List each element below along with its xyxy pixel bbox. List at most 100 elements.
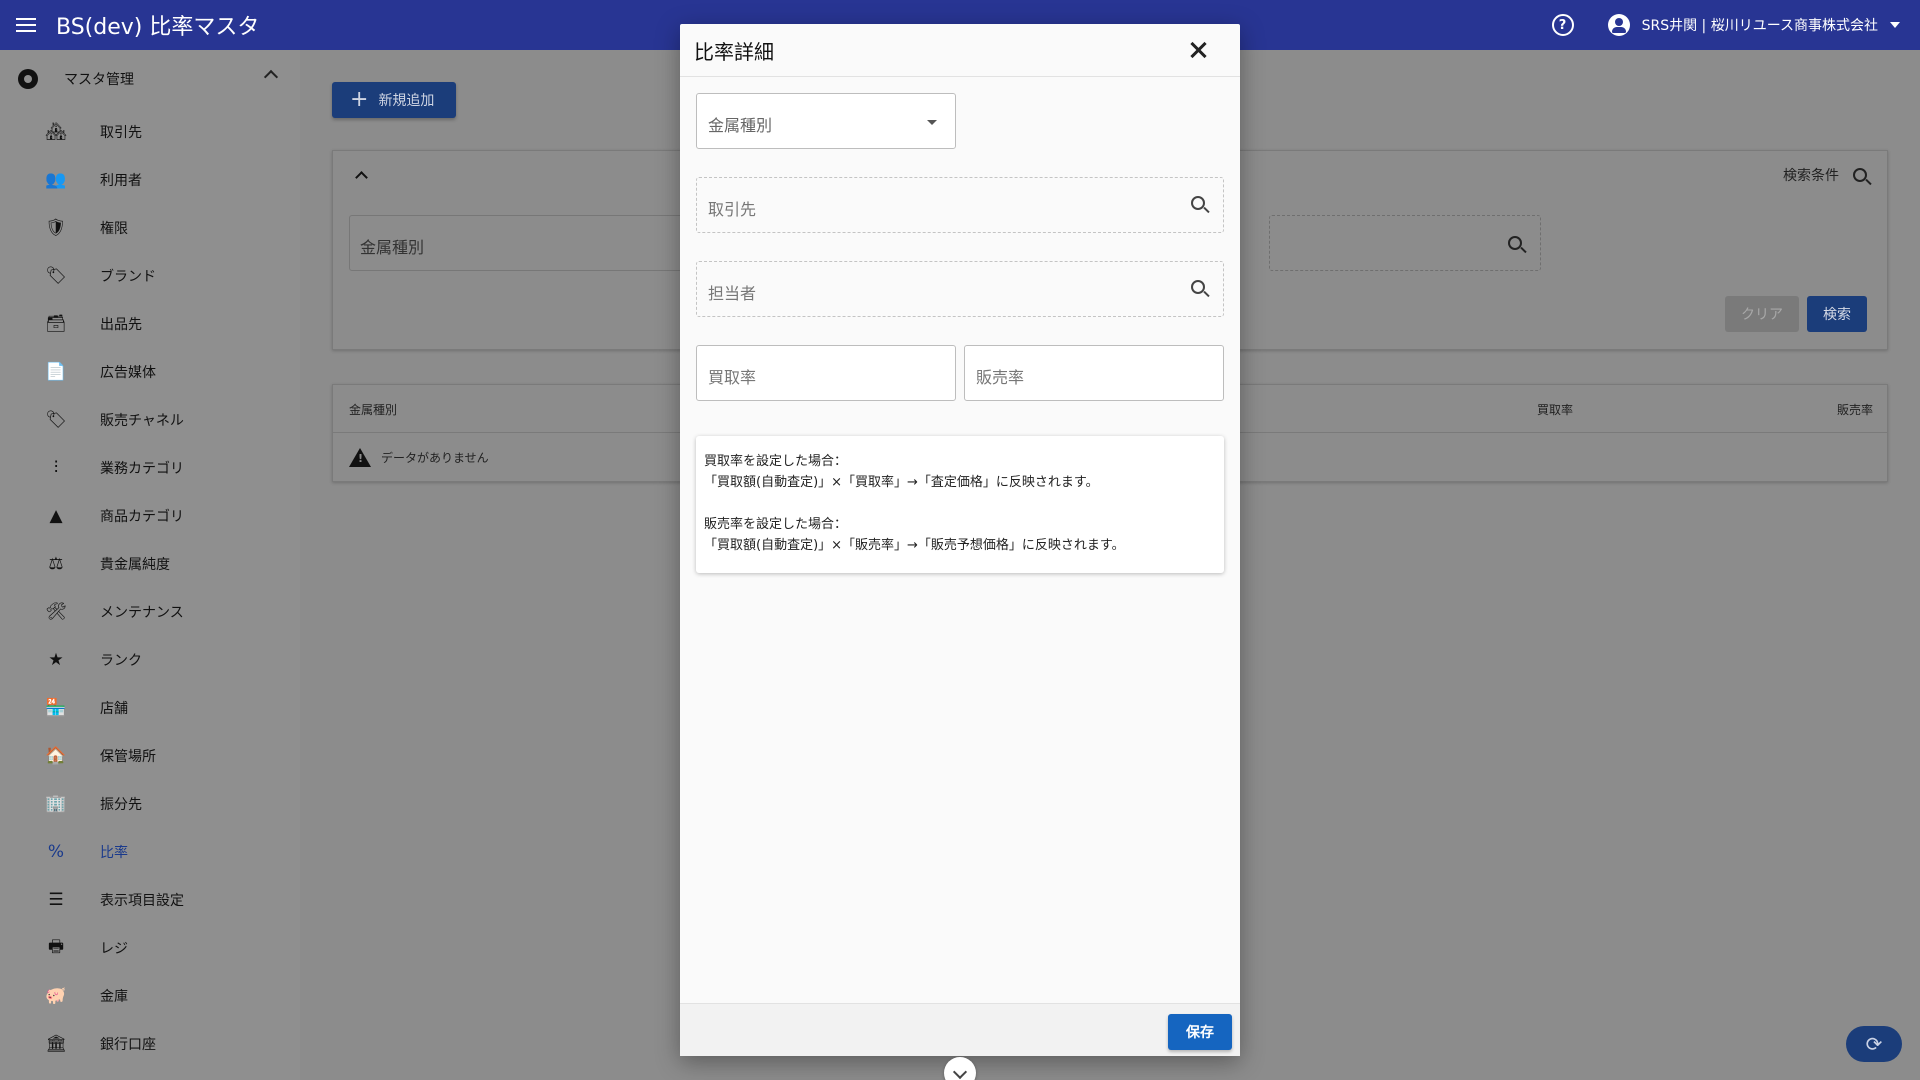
lookup-filter[interactable]: [1269, 215, 1541, 271]
sidebar-item-label: 金庫: [100, 989, 128, 1005]
column-header-sell-rate[interactable]: 販売率: [1837, 401, 1873, 418]
sidebar-item-customer[interactable]: 🏘 取引先: [0, 108, 300, 156]
people-icon: 👥: [45, 170, 67, 190]
buy-rate-heading: 買取率を設定した場合：: [704, 454, 848, 469]
shapes-icon: ▲: [49, 506, 63, 526]
search-conditions-label: 検索条件: [1783, 168, 1839, 184]
sidebar-item-label: 取引先: [100, 125, 142, 141]
sidebar-item-maintenance[interactable]: 🛠 メンテナンス: [0, 588, 300, 636]
close-icon[interactable]: [1188, 40, 1208, 60]
menu-icon[interactable]: [16, 12, 42, 38]
save-button[interactable]: 保存: [1168, 1014, 1232, 1050]
sidebar-item-metal-purity[interactable]: ⚖ 貴金属純度: [0, 540, 300, 588]
chevron-up-icon[interactable]: [263, 69, 279, 85]
store-icon: 🏘: [45, 122, 67, 142]
column-header-buy-rate[interactable]: 買取率: [1537, 401, 1573, 418]
star-icon: ★: [48, 650, 64, 670]
search-icon[interactable]: [1853, 168, 1867, 182]
sidebar-item-label: メンテナンス: [100, 605, 184, 621]
sidebar-item-listing[interactable]: 🗃 出品先: [0, 300, 300, 348]
sidebar-item-label: 出品先: [100, 317, 142, 333]
tree-icon: ⫶: [53, 458, 59, 478]
empty-state-text: データがありません: [381, 450, 489, 465]
sell-rate-field[interactable]: 販売率: [964, 345, 1224, 401]
sidebar-item-label: 保管場所: [100, 749, 156, 765]
sidebar-item-store[interactable]: 🏪 店舗: [0, 684, 300, 732]
sidebar-item-register[interactable]: 🖶 レジ: [0, 924, 300, 972]
register-icon: 🖶: [47, 936, 65, 957]
sidebar-item-ratio[interactable]: % 比率: [0, 828, 300, 876]
sidebar-item-safe[interactable]: 🐖 金庫: [0, 972, 300, 1020]
building-icon: 🏢: [45, 794, 67, 814]
sidebar-item-label: 権限: [100, 221, 128, 237]
gear-icon: [18, 69, 38, 89]
sidebar-group-master[interactable]: マスタ管理: [0, 50, 300, 108]
warning-icon: [349, 447, 371, 467]
dialog-title: 比率詳細: [694, 39, 774, 64]
tools-icon: 🛠: [45, 602, 67, 622]
buy-rate-field[interactable]: 買取率: [696, 345, 956, 401]
dropdown-arrow-icon: [927, 120, 937, 125]
sidebar-item-brand[interactable]: 🏷 ブランド: [0, 252, 300, 300]
help-icon[interactable]: ?: [1551, 14, 1574, 36]
header-actions: ? SRS井関 | 桜川リユース商事株式会社: [1551, 0, 1900, 50]
add-new-button[interactable]: + 新規追加: [332, 82, 456, 118]
shield-icon: 🛡: [45, 218, 67, 238]
sidebar-item-destination[interactable]: 🏢 振分先: [0, 780, 300, 828]
staff-lookup-field[interactable]: 担当者: [696, 261, 1224, 317]
clear-button[interactable]: クリア: [1725, 296, 1799, 332]
bank-icon: 🏛: [45, 1034, 67, 1054]
sidebar-item-rank[interactable]: ★ ランク: [0, 636, 300, 684]
search-icon[interactable]: [1508, 236, 1522, 250]
sidebar-item-permissions[interactable]: 🛡 権限: [0, 204, 300, 252]
sell-rate-formula: 「買取額(自動査定)」×「販売率」→「販売予想価格」に反映されます。: [704, 538, 1125, 553]
account-icon[interactable]: [1607, 14, 1630, 36]
customer-lookup-field[interactable]: 取引先: [696, 177, 1224, 233]
sidebar-item-label: 店舗: [100, 701, 128, 717]
sidebar-item-display-settings[interactable]: ☰ 表示項目設定: [0, 876, 300, 924]
sidebar-item-label: 利用者: [100, 173, 142, 189]
search-button[interactable]: 検索: [1807, 296, 1867, 332]
sidebar-item-label: 振分先: [100, 797, 142, 813]
dialog-footer: 保存: [680, 1003, 1240, 1056]
buy-rate-formula: 「買取額(自動査定)」×「買取率」→「査定価格」に反映されます。: [704, 475, 1099, 490]
tag-icon: 🏷: [45, 266, 67, 286]
metal-type-filter[interactable]: 金属種別: [349, 215, 709, 271]
chevron-up-icon[interactable]: [355, 171, 368, 184]
sell-rate-heading: 販売率を設定した場合：: [704, 517, 848, 532]
search-icon[interactable]: [1191, 196, 1205, 210]
sidebar-item-label: 商品カテゴリ: [100, 509, 184, 525]
sidebar-item-bank-account[interactable]: 🏛 銀行口座: [0, 1020, 300, 1068]
sidebar-item-label: 貴金属純度: [100, 557, 170, 573]
refresh-button[interactable]: ⟳: [1846, 1026, 1902, 1062]
archive-icon: 🗃: [45, 314, 67, 334]
chevron-down-icon[interactable]: [1890, 22, 1900, 28]
sidebar-item-storage[interactable]: 🏠 保管場所: [0, 732, 300, 780]
tag-icon: 🏷: [45, 410, 67, 430]
sidebar-item-label: 広告媒体: [100, 365, 156, 381]
sidebar-item-ad-media[interactable]: 📄 広告媒体: [0, 348, 300, 396]
piggy-bank-icon: 🐖: [45, 986, 67, 1006]
metal-type-placeholder: 金属種別: [708, 116, 773, 135]
storefront-icon: 🏪: [45, 698, 67, 718]
plus-icon: +: [350, 87, 369, 112]
sidebar-item-business-category[interactable]: ⫶ 業務カテゴリ: [0, 444, 300, 492]
list-check-icon: ☰: [48, 890, 64, 910]
metal-type-select[interactable]: 金属種別: [696, 93, 956, 149]
sidebar: マスタ管理 🏘 取引先 👥 利用者 🛡 権限 🏷 ブランド 🗃 出品先 📄 広告媒体 🏷 販売…: [0, 50, 300, 1080]
user-name[interactable]: SRS井関 | 桜川リユース商事株式会社: [1642, 15, 1878, 35]
customer-placeholder: 取引先: [708, 200, 757, 219]
search-conditions: 検索条件: [1783, 165, 1867, 185]
sidebar-item-product-category[interactable]: ▲ 商品カテゴリ: [0, 492, 300, 540]
sidebar-item-sales-channel[interactable]: 🏷 販売チャネル: [0, 396, 300, 444]
staff-placeholder: 担当者: [708, 284, 757, 303]
scale-icon: ⚖: [48, 554, 64, 574]
refresh-icon: ⟳: [1865, 1032, 1883, 1056]
info-card: 買取率を設定した場合： 「買取額(自動査定)」×「買取率」→「査定価格」に反映さ…: [696, 436, 1224, 573]
warehouse-icon: 🏠: [45, 746, 67, 766]
sidebar-item-users[interactable]: 👥 利用者: [0, 156, 300, 204]
sidebar-item-label: 銀行口座: [100, 1037, 156, 1053]
search-icon[interactable]: [1191, 280, 1205, 294]
column-header-metal[interactable]: 金属種別: [349, 401, 397, 418]
add-new-label: 新規追加: [378, 93, 435, 109]
